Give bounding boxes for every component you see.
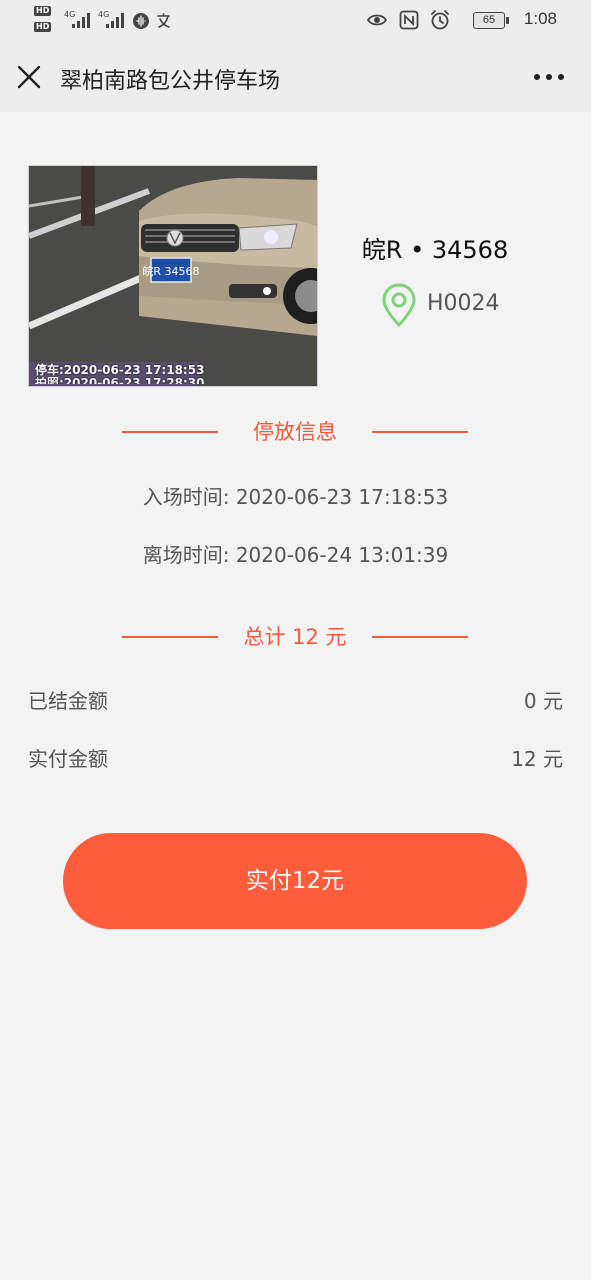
vehicle-photo[interactable]: 皖R 34568 停车:2020-06-23 17:18:53 拍照:2020-… [28, 165, 318, 387]
close-button[interactable] [14, 62, 44, 92]
clock-time: 1:08 [523, 9, 557, 28]
exit-time: 离场时间: 2020-06-24 13:01:39 [142, 543, 449, 567]
settled-amount-label: 已结金额 [28, 689, 108, 713]
parking-info-header: 停放信息 [122, 416, 468, 446]
car-image: 皖R 34568 [29, 166, 317, 386]
eye-icon [367, 14, 387, 26]
battery-indicator: 65 [473, 12, 509, 29]
audio-wave-icon [133, 13, 149, 29]
total-header: 总计 12 元 [122, 621, 468, 651]
alarm-icon [431, 10, 449, 30]
paid-amount-label: 实付金额 [28, 747, 108, 771]
more-menu-button[interactable] [531, 64, 567, 90]
paid-amount-value: 12 元 [511, 747, 563, 771]
hd-badge-2: HD [34, 22, 52, 32]
hd-indicators: HD HD [34, 6, 60, 34]
photo-timestamp: 停车:2020-06-23 17:18:53 拍照:2020-06-23 17:… [35, 363, 205, 385]
entry-time: 入场时间: 2020-06-23 17:18:53 [142, 485, 449, 509]
nfc-icon [399, 10, 419, 30]
space-code: H0024 [427, 291, 500, 316]
status-bar: HD HD 4G 4G 65 1:08 [0, 0, 591, 40]
more-dots-icon [534, 74, 564, 80]
photo-stamp-line2: 拍照:2020-06-23 17:28:30 [35, 377, 205, 384]
translate-icon [157, 13, 170, 28]
hd-badge-1: HD [34, 6, 52, 16]
divider-right [372, 636, 468, 638]
license-plate: 皖R • 34568 [361, 236, 509, 264]
nav-bar: 翠柏南路包公井停车场 [0, 40, 591, 112]
photo-plate-text: 皖R 34568 [142, 264, 199, 278]
settled-amount-value: 0 元 [523, 689, 563, 713]
settled-amount-row: 已结金额 0 元 [28, 685, 563, 715]
divider-right [372, 431, 468, 433]
location-pin-icon [382, 283, 416, 328]
page-title: 翠柏南路包公井停车场 [60, 69, 281, 94]
paid-amount-row: 实付金额 12 元 [28, 743, 563, 773]
pay-button[interactable]: 实付12元 [63, 833, 527, 929]
photo-stamp-line1: 停车:2020-06-23 17:18:53 [35, 363, 205, 377]
close-icon [17, 65, 41, 89]
